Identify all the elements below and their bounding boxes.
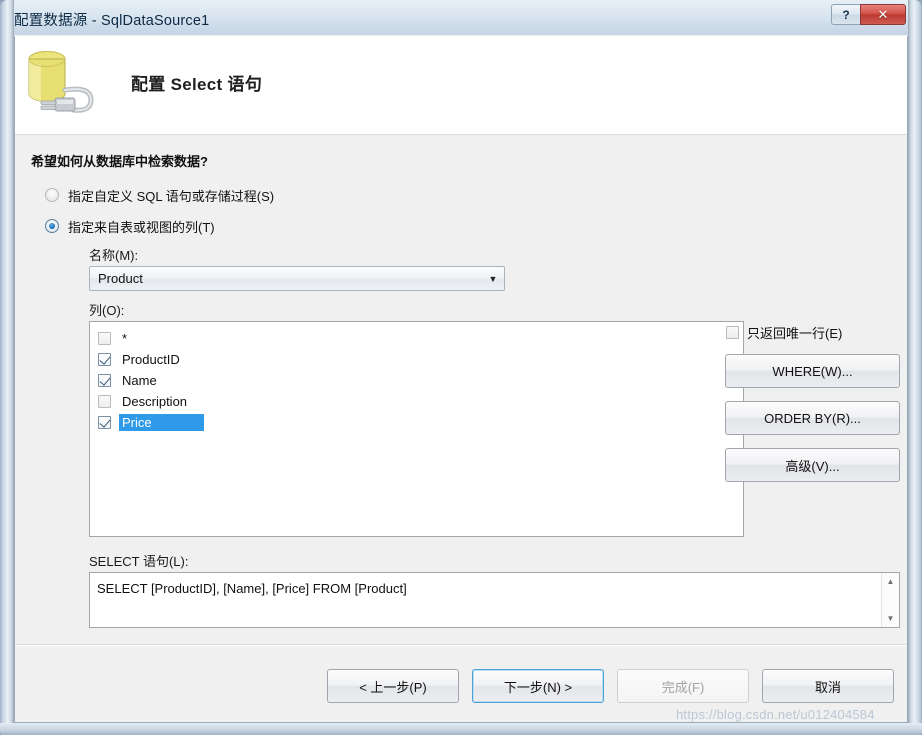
radio-table-columns-label: 指定来自表或视图的列(T) <box>68 219 215 235</box>
title-bar[interactable]: 配置数据源 - SqlDataSource1 ? ✕ <box>0 0 922 36</box>
checkbox-unchecked-icon[interactable] <box>98 395 111 408</box>
window-right-edge <box>908 0 922 735</box>
checkbox-unchecked-icon[interactable] <box>726 326 739 339</box>
where-button[interactable]: WHERE(W)... <box>725 354 900 388</box>
checkbox-checked-icon[interactable] <box>98 416 111 429</box>
cancel-button[interactable]: 取消 <box>762 669 894 703</box>
order-by-button[interactable]: ORDER BY(R)... <box>725 401 900 435</box>
page-title: 配置 Select 语句 <box>131 75 263 94</box>
radio-custom-sql-label: 指定自定义 SQL 语句或存储过程(S) <box>68 188 275 204</box>
list-item-label: Name <box>122 373 157 388</box>
checkbox-checked-icon[interactable] <box>98 374 111 387</box>
list-item-label: Description <box>122 394 188 409</box>
table-name-combobox[interactable]: Product ▼ <box>89 266 505 291</box>
checkbox-checked-icon[interactable] <box>98 353 111 366</box>
list-item[interactable]: Description <box>90 391 743 412</box>
window-controls: ? ✕ <box>831 4 906 26</box>
unique-rows-checkbox-row[interactable]: 只返回唯一行(E) <box>726 323 842 342</box>
list-item[interactable]: * <box>90 328 743 349</box>
help-icon[interactable]: ? <box>831 4 860 25</box>
checkbox-unchecked-icon[interactable] <box>98 332 111 345</box>
name-label: 名称(M): <box>89 248 139 263</box>
window-bottom-edge <box>0 723 922 735</box>
scroll-up-icon[interactable]: ▲ <box>882 573 899 590</box>
dialog-footer: < 上一步(P) 下一步(N) > 完成(F) 取消 <box>15 646 907 722</box>
list-item[interactable]: ProductID <box>90 349 743 370</box>
select-statement-value: SELECT [ProductID], [Name], [Price] FROM… <box>97 581 407 596</box>
table-name-value: Product <box>98 271 143 286</box>
dialog-window: 配置数据源 - SqlDataSource1 ? ✕ 配置 Select 语句 … <box>0 0 922 735</box>
radio-button-unselected-icon[interactable] <box>45 188 59 202</box>
advanced-button[interactable]: 高级(V)... <box>725 448 900 482</box>
list-item-label: Price <box>119 414 204 431</box>
chevron-down-icon[interactable]: ▼ <box>482 274 504 284</box>
list-item-selected[interactable]: Price <box>90 412 743 433</box>
list-item-label: * <box>122 331 128 346</box>
scroll-down-icon[interactable]: ▼ <box>882 610 899 627</box>
radio-table-columns[interactable]: 指定来自表或视图的列(T) <box>45 217 215 235</box>
question-label: 希望如何从数据库中检索数据? <box>31 154 208 169</box>
list-item[interactable]: Name <box>90 370 743 391</box>
select-statement-label: SELECT 语句(L): <box>89 554 189 569</box>
radio-button-selected-icon[interactable] <box>45 219 59 233</box>
radio-custom-sql[interactable]: 指定自定义 SQL 语句或存储过程(S) <box>45 186 274 204</box>
header-banner: 配置 Select 语句 <box>15 36 907 135</box>
database-plug-icon <box>28 51 94 113</box>
columns-label: 列(O): <box>89 303 125 318</box>
list-item-label: ProductID <box>122 352 180 367</box>
dialog-client-area: 配置 Select 语句 希望如何从数据库中检索数据? 指定自定义 SQL 语句… <box>14 36 908 723</box>
dialog-body: 希望如何从数据库中检索数据? 指定自定义 SQL 语句或存储过程(S) 指定来自… <box>15 135 907 644</box>
close-icon[interactable]: ✕ <box>860 4 906 25</box>
previous-button[interactable]: < 上一步(P) <box>327 669 459 703</box>
columns-listbox[interactable]: * ProductID Name Description Price <box>89 321 744 537</box>
select-statement-textarea[interactable]: SELECT [ProductID], [Name], [Price] FROM… <box>89 572 900 628</box>
unique-rows-checkbox-label: 只返回唯一行(E) <box>747 326 843 341</box>
select-statement-scrollbar[interactable]: ▲ ▼ <box>881 573 899 627</box>
window-left-edge <box>0 0 14 735</box>
window-title: 配置数据源 - SqlDataSource1 <box>14 13 210 29</box>
finish-button: 完成(F) <box>617 669 749 703</box>
next-button[interactable]: 下一步(N) > <box>472 669 604 703</box>
